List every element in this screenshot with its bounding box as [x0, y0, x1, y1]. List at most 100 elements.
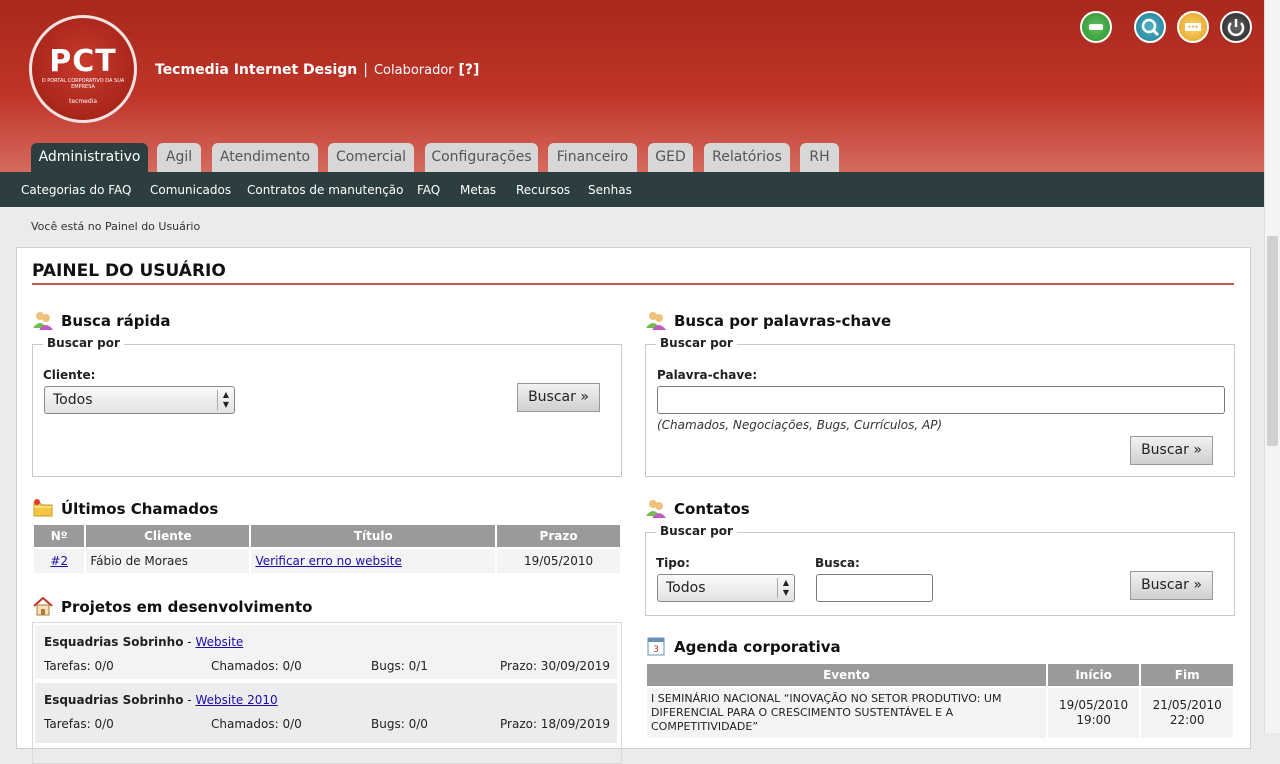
password-icon[interactable]: ***	[1177, 11, 1209, 43]
tab-administrativo[interactable]: Administrativo	[31, 143, 148, 172]
users-icon	[646, 312, 666, 330]
projeto-prazo: Prazo: 18/09/2019	[500, 717, 610, 731]
pct-logo[interactable]: PCT O PORTAL CORPORATIVO DA SUA EMPRESA …	[29, 15, 137, 123]
logo-brand: tecmedia	[68, 98, 98, 105]
palavra-chave-label: Palavra-chave:	[657, 368, 758, 382]
agenda-fim: 21/05/2010 22:00	[1141, 688, 1233, 738]
tab-relatorios[interactable]: Relatórios	[704, 143, 790, 172]
projeto-heading: Esquadrias Sobrinho - Website	[44, 635, 243, 649]
palavra-chave-input[interactable]	[657, 386, 1225, 414]
chat-icon[interactable]	[1080, 11, 1112, 43]
projeto-tarefas: Tarefas: 0/0	[44, 659, 114, 673]
agenda-evento[interactable]: I SEMINÁRIO NACIONAL “INOVAÇÃO NO SETOR …	[647, 688, 1046, 738]
subnav-faq[interactable]: FAQ	[417, 183, 440, 197]
busca-rapida-fieldset: Buscar por Cliente: Todos ▲ ▼ Buscar »	[32, 336, 622, 477]
list-item: Esquadrias Sobrinho - Website Tarefas: 0…	[35, 625, 617, 679]
chamados-title: Últimos Chamados	[61, 500, 219, 518]
projeto-bugs: Bugs: 0/1	[371, 659, 428, 673]
table-header-row: Evento Início Fim	[647, 664, 1233, 686]
users-icon	[33, 312, 53, 330]
page-title: PAINEL DO USUÁRIO	[32, 261, 226, 281]
tab-configuracoes[interactable]: Configurações	[425, 143, 538, 172]
busca-rapida-button[interactable]: Buscar »	[517, 383, 600, 412]
header: PCT O PORTAL CORPORATIVO DA SUA EMPRESA …	[0, 0, 1264, 172]
projetos-title: Projetos em desenvolvimento	[61, 598, 313, 616]
page-scrollbar[interactable]	[1264, 0, 1280, 733]
chamado-prazo: 19/05/2010	[497, 549, 620, 573]
chamado-numero-link[interactable]: #2	[50, 554, 68, 568]
table-row: #2 Fábio de Moraes Verificar erro no web…	[34, 549, 620, 573]
title-rule	[32, 283, 1234, 285]
subnav-comunicados[interactable]: Comunicados	[150, 183, 231, 197]
svg-text:***: ***	[1188, 24, 1199, 32]
projeto-cliente: Esquadrias Sobrinho	[44, 635, 184, 649]
cliente-select[interactable]: Todos ▲ ▼	[44, 386, 235, 414]
company-name: Tecmedia Internet Design	[155, 62, 358, 78]
power-icon[interactable]	[1220, 11, 1252, 43]
subnav-categorias-faq[interactable]: Categorias do FAQ	[21, 183, 131, 197]
separator: |	[363, 62, 368, 78]
col-cliente: Cliente	[86, 525, 250, 547]
scrollbar-thumb[interactable]	[1267, 236, 1278, 446]
col-titulo: Título	[251, 525, 496, 547]
col-inicio: Início	[1047, 664, 1140, 686]
busca-palavras-button[interactable]: Buscar »	[1130, 436, 1213, 465]
logo-text: PCT	[49, 44, 117, 79]
busca-palavras-fieldset: Buscar por Palavra-chave: (Chamados, Neg…	[645, 336, 1235, 477]
tab-atendimento[interactable]: Atendimento	[212, 143, 318, 172]
col-fim: Fim	[1141, 664, 1233, 686]
tab-agil[interactable]: Agil	[157, 143, 201, 172]
projeto-link[interactable]: Website 2010	[195, 693, 277, 707]
projeto-link[interactable]: Website	[195, 635, 243, 649]
tab-rh[interactable]: RH	[800, 143, 839, 172]
col-prazo: Prazo	[497, 525, 620, 547]
agenda-fim-data: 21/05/2010	[1152, 698, 1222, 712]
search-icon[interactable]	[1134, 11, 1166, 43]
folder-icon	[33, 499, 53, 517]
contatos-buscar-button[interactable]: Buscar »	[1130, 571, 1213, 600]
contatos-title: Contatos	[674, 500, 750, 518]
logo-tagline: O PORTAL CORPORATIVO DA SUA EMPRESA	[41, 78, 125, 90]
tab-ged[interactable]: GED	[648, 143, 693, 172]
help-link[interactable]: [?]	[459, 62, 480, 78]
busca-palavras-title: Busca por palavras-chave	[674, 312, 892, 330]
chamado-titulo[interactable]: Verificar erro no website	[251, 549, 496, 573]
projeto-prazo: Prazo: 30/09/2019	[500, 659, 610, 673]
chamado-titulo-link[interactable]: Verificar erro no website	[255, 554, 401, 568]
select-arrows-icon: ▲ ▼	[217, 390, 234, 410]
projeto-chamados: Chamados: 0/0	[211, 717, 302, 731]
calendar-icon: 3	[647, 637, 665, 656]
contatos-busca-input[interactable]	[816, 574, 933, 602]
cliente-select-value: Todos	[53, 392, 93, 408]
cliente-label: Cliente:	[43, 368, 96, 382]
tipo-label: Tipo:	[656, 556, 690, 570]
subnav-senhas[interactable]: Senhas	[588, 183, 632, 197]
tab-comercial[interactable]: Comercial	[328, 143, 414, 172]
projeto-chamados: Chamados: 0/0	[211, 659, 302, 673]
table-header-row: Nº Cliente Título Prazo	[34, 525, 620, 547]
projeto-cliente: Esquadrias Sobrinho	[44, 693, 184, 707]
agenda-title: Agenda corporativa	[674, 638, 841, 656]
contatos-legend: Buscar por	[656, 524, 737, 538]
breadcrumb: Você está no Painel do Usuário	[31, 220, 201, 233]
agenda-inicio-hora: 19:00	[1076, 713, 1111, 727]
users-icon	[646, 500, 666, 518]
agenda-inicio: 19/05/2010 19:00	[1047, 688, 1140, 738]
chamado-cliente: Fábio de Moraes	[86, 549, 250, 573]
busca-label: Busca:	[815, 556, 860, 570]
house-icon	[33, 596, 53, 616]
col-numero: Nº	[34, 525, 85, 547]
svg-text:3: 3	[653, 645, 659, 655]
tab-financeiro[interactable]: Financeiro	[548, 143, 637, 172]
contatos-fieldset: Buscar por Tipo: Todos ▲ ▼ Busca: Buscar …	[645, 524, 1235, 616]
main-panel: PAINEL DO USUÁRIO Busca rápida Buscar po…	[16, 247, 1251, 764]
projeto-dash: -	[187, 693, 192, 707]
subnav-recursos[interactable]: Recursos	[516, 183, 570, 197]
chamado-numero[interactable]: #2	[34, 549, 85, 573]
agenda-table: Evento Início Fim I SEMINÁRIO NACIONAL “…	[645, 662, 1235, 740]
subnav-contratos[interactable]: Contratos de manutenção	[247, 183, 404, 197]
select-arrows-icon: ▲ ▼	[777, 578, 794, 598]
user-role: Colaborador	[373, 63, 454, 78]
subnav-metas[interactable]: Metas	[460, 183, 496, 197]
tipo-select[interactable]: Todos ▲ ▼	[657, 574, 795, 602]
